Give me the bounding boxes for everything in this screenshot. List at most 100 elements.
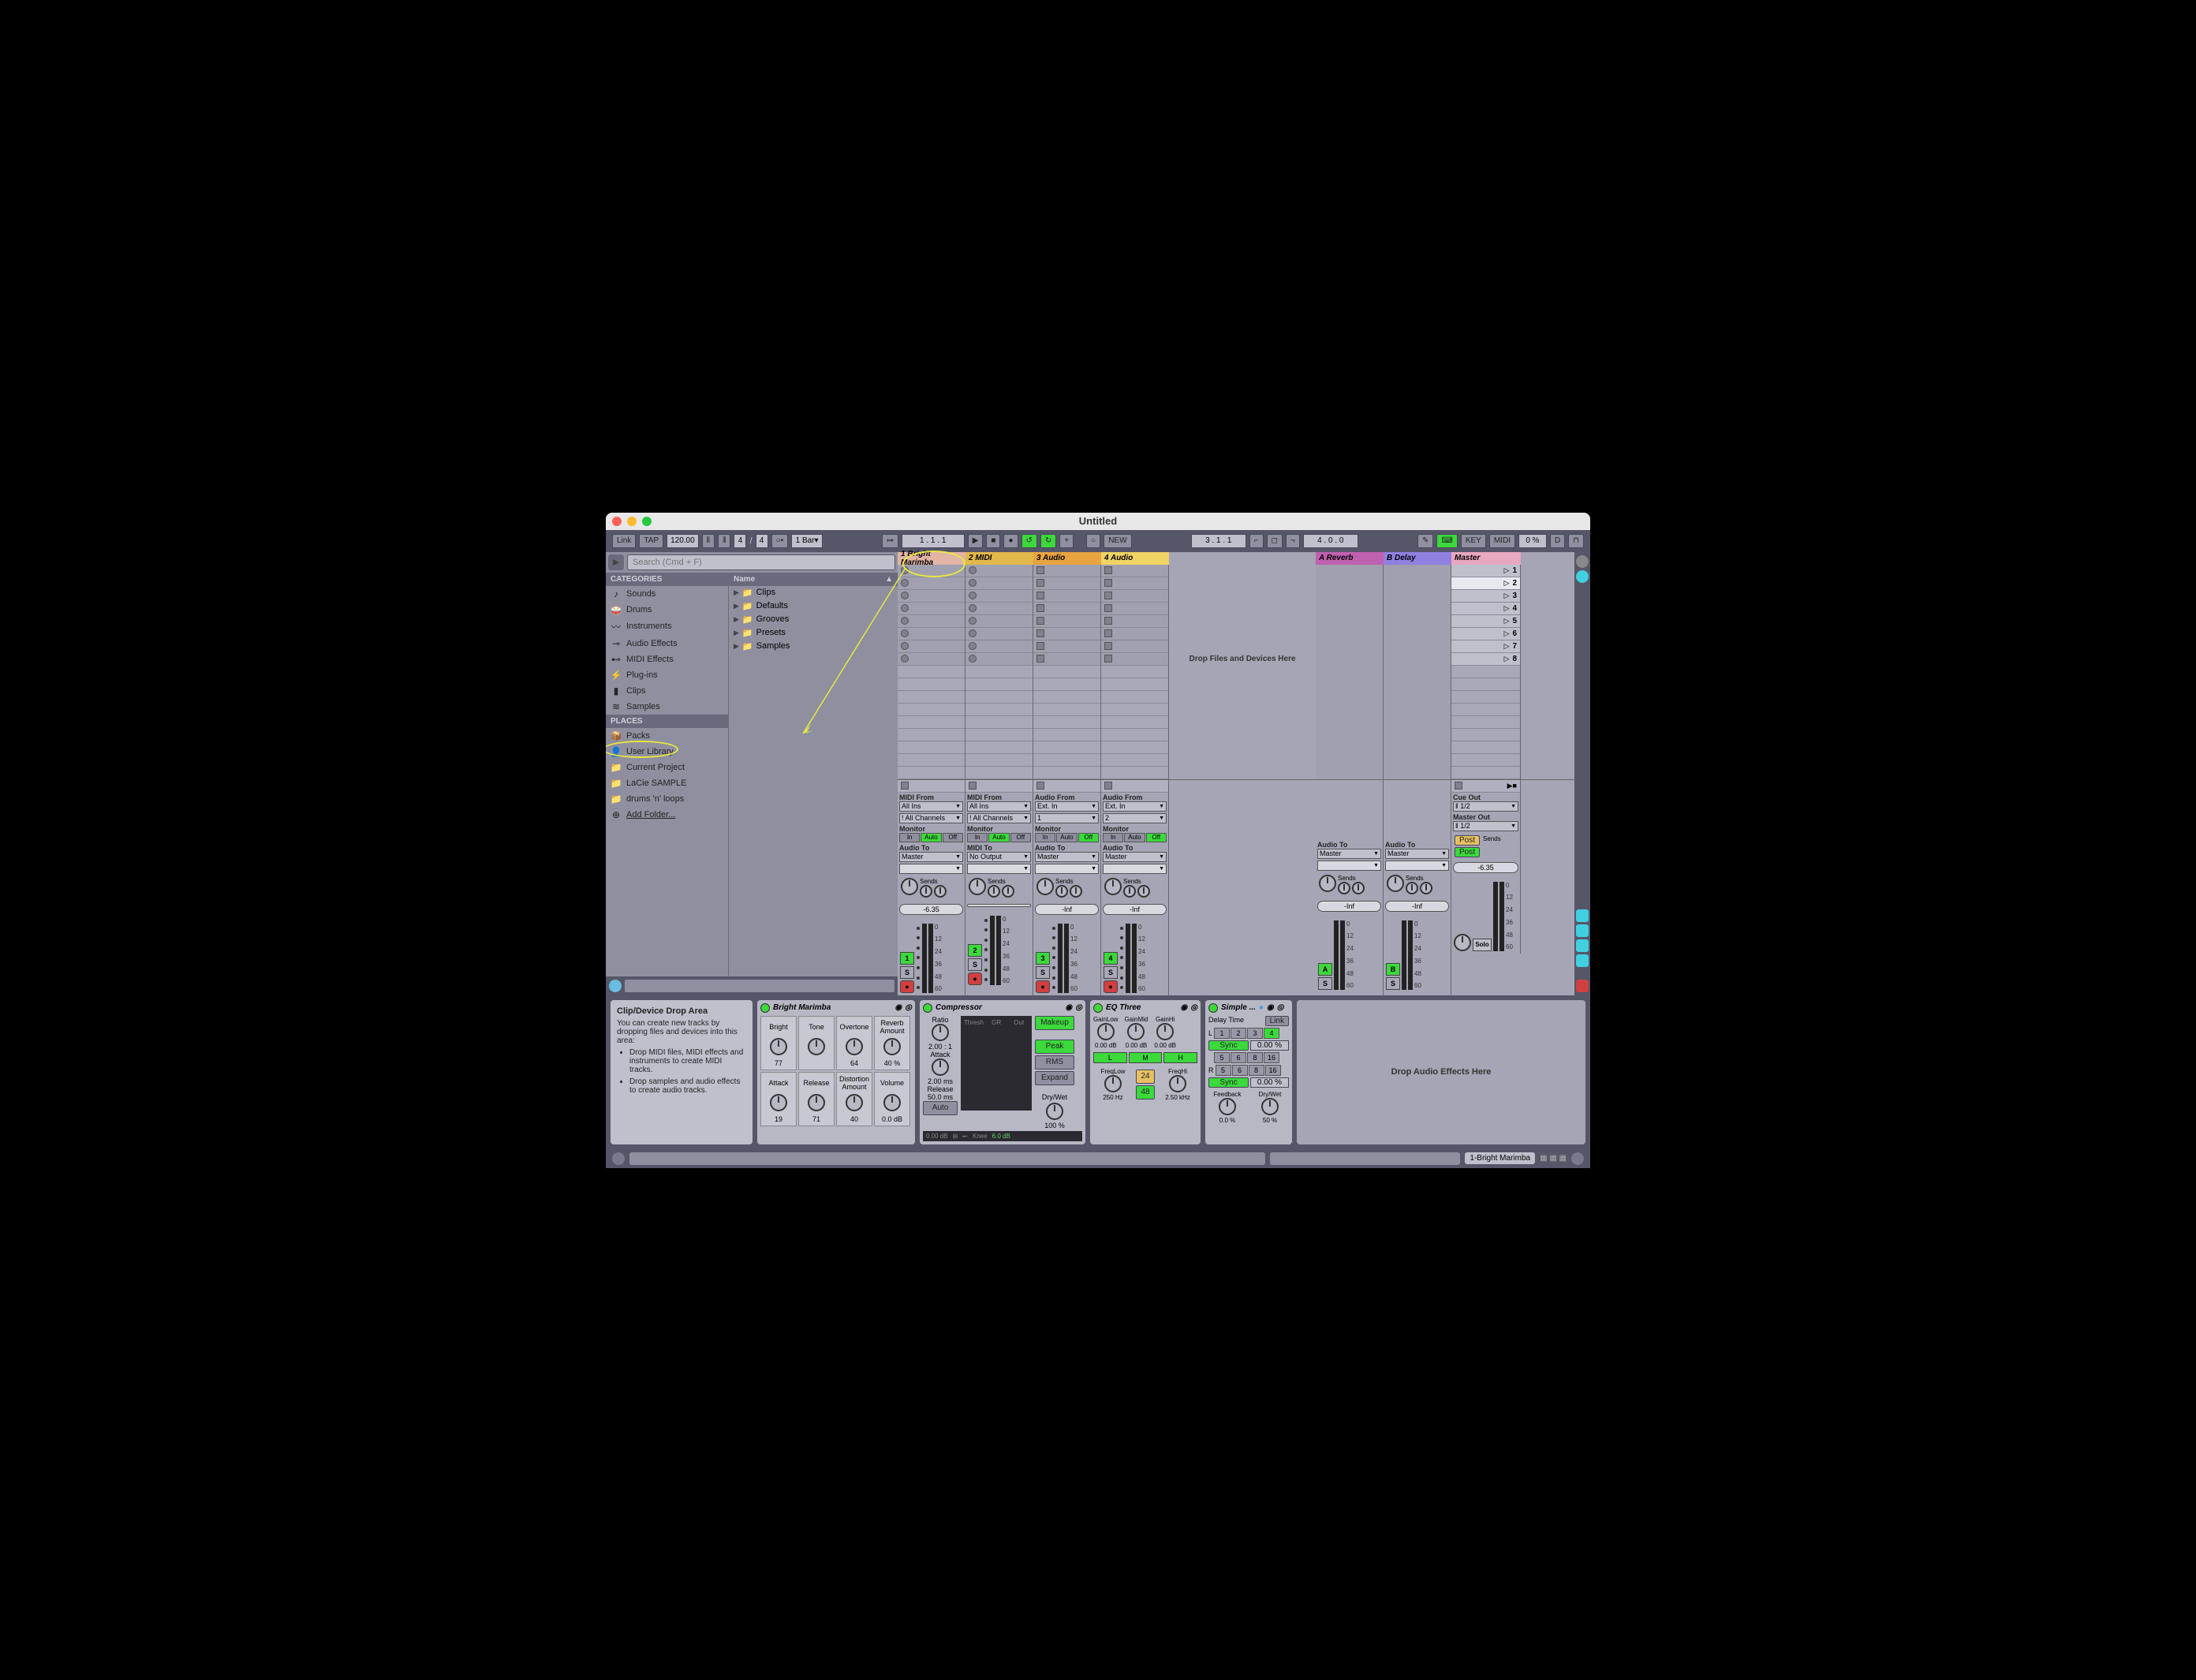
param-knob[interactable] <box>883 1094 901 1111</box>
preview-play-icon[interactable]: ▶ <box>608 554 624 570</box>
stop-all-icon[interactable] <box>901 782 909 790</box>
io-to-menu[interactable]: Master <box>1035 852 1099 862</box>
slope-48[interactable]: 48 <box>1136 1085 1155 1099</box>
solo-button[interactable]: S <box>1104 966 1118 979</box>
volume-display[interactable]: -Inf <box>1385 901 1449 912</box>
sig-den[interactable]: 4 <box>756 534 768 548</box>
solo-button[interactable]: S <box>1036 966 1050 979</box>
send-b-knob[interactable] <box>934 885 947 898</box>
clip-slot-empty[interactable] <box>965 678 1033 691</box>
volume-display[interactable]: -Inf <box>1103 904 1167 915</box>
scene-play-all-icon[interactable]: ▶■ <box>1507 782 1517 790</box>
freqlow-knob[interactable] <box>1104 1075 1122 1092</box>
scene-row[interactable]: ▷8 <box>1451 653 1520 666</box>
category-sounds[interactable]: ♪Sounds <box>606 586 728 602</box>
tree-item[interactable]: ▶📁Clips <box>729 586 898 599</box>
scene-play-icon[interactable]: ▷ <box>1504 592 1510 600</box>
clip-slot[interactable] <box>1033 603 1100 615</box>
clip-slot[interactable] <box>898 615 965 628</box>
send-a-knob[interactable] <box>1055 885 1068 898</box>
pan-knob[interactable] <box>901 878 918 895</box>
clip-slot-icon[interactable] <box>1036 629 1044 637</box>
clip-slot-empty[interactable] <box>898 729 965 741</box>
category-audio-effects[interactable]: ⊸Audio Effects <box>606 636 728 651</box>
nudge-down-icon[interactable]: ⦀ <box>702 534 715 548</box>
param-knob[interactable] <box>770 1038 787 1055</box>
clip-slot-empty[interactable] <box>1033 666 1100 678</box>
clip-slot[interactable] <box>898 565 965 577</box>
clip-slot[interactable] <box>1101 565 1168 577</box>
pan-knob[interactable] <box>1387 875 1404 892</box>
clip-slot-empty[interactable] <box>1033 741 1100 754</box>
place-drums--n--loops[interactable]: 📁drums 'n' loops <box>606 791 728 807</box>
clip-slot-empty[interactable] <box>898 691 965 704</box>
clip-slot-empty[interactable] <box>965 704 1033 716</box>
clip-slot[interactable] <box>965 640 1033 653</box>
monitor-in[interactable]: In <box>1103 833 1123 842</box>
category-clips[interactable]: ▮Clips <box>606 683 728 699</box>
disclosure-icon[interactable]: ▶ <box>734 602 739 610</box>
clip-slot[interactable] <box>1033 615 1100 628</box>
volume-display[interactable]: -Inf <box>1035 904 1099 915</box>
clip-slot[interactable] <box>1101 577 1168 590</box>
track-header[interactable]: 3 Audio <box>1033 552 1101 565</box>
clip-slot[interactable] <box>1033 628 1100 640</box>
automation-arm-icon[interactable]: ↻ <box>1040 534 1056 548</box>
device-on-icon[interactable] <box>923 1003 932 1013</box>
clip-slot-empty[interactable] <box>898 767 965 779</box>
stop-all-icon[interactable] <box>1036 782 1044 790</box>
clip-slot[interactable] <box>898 603 965 615</box>
view-icon[interactable]: ⊞ <box>953 1133 958 1140</box>
send-b-knob[interactable] <box>1137 885 1150 898</box>
volume-display[interactable]: -6.35 <box>1453 862 1518 873</box>
pan-knob[interactable] <box>1104 878 1122 895</box>
sidechain-icon[interactable]: ↜ <box>962 1133 968 1140</box>
collapse-icon[interactable] <box>1571 1152 1584 1165</box>
overload-icon[interactable]: D <box>1550 534 1565 548</box>
solo-button[interactable]: S <box>900 966 914 979</box>
monitor-auto[interactable]: Auto <box>921 833 941 842</box>
device-on-icon[interactable] <box>1208 1003 1218 1013</box>
slope-24[interactable]: 24 <box>1136 1070 1155 1084</box>
pan-knob[interactable] <box>1319 875 1336 892</box>
delay-5[interactable]: 5 <box>1216 1065 1231 1076</box>
arm-button[interactable]: ● <box>1036 980 1050 993</box>
clip-slot[interactable] <box>898 590 965 603</box>
clip-slot-empty[interactable] <box>965 729 1033 741</box>
io-sub-menu[interactable] <box>1103 864 1167 874</box>
io-to-menu[interactable]: Master <box>1317 849 1381 859</box>
clip-slot-icon[interactable] <box>1036 566 1044 574</box>
clip-slot-icon[interactable] <box>1036 592 1044 599</box>
io-sub-menu[interactable] <box>899 864 963 874</box>
tree-item[interactable]: ▶📁Presets <box>729 626 898 640</box>
master-out-menu[interactable]: ‖ 1/2 <box>1453 821 1518 831</box>
clip-slot-empty[interactable] <box>898 704 965 716</box>
scene-empty[interactable] <box>1451 767 1520 779</box>
place-packs[interactable]: 📦Packs <box>606 728 728 744</box>
eq-m-button[interactable]: M <box>1129 1052 1163 1063</box>
punch-in-icon[interactable]: ⌐ <box>1249 534 1264 548</box>
param-knob[interactable] <box>846 1094 863 1111</box>
rail-io-icon[interactable] <box>1576 555 1589 568</box>
rail-sends-icon[interactable] <box>1576 570 1589 583</box>
clip-slot-empty[interactable] <box>1101 754 1168 767</box>
clip-slot-icon[interactable] <box>1104 629 1112 637</box>
clip-slot-empty[interactable] <box>1101 678 1168 691</box>
track-activator[interactable]: 2 <box>968 944 982 957</box>
clip-slot-icon[interactable] <box>901 617 909 625</box>
position-field[interactable]: 1 . 1 . 1 <box>902 534 965 548</box>
io-to-menu[interactable]: Master <box>1103 852 1167 862</box>
scene-empty[interactable] <box>1451 691 1520 704</box>
monitor-off[interactable]: Off <box>943 833 963 842</box>
scene-empty[interactable] <box>1451 716 1520 729</box>
arm-button[interactable]: ● <box>968 973 982 985</box>
clip-slot-icon[interactable] <box>969 655 977 663</box>
scene-play-icon[interactable]: ▷ <box>1504 579 1510 588</box>
send-a-knob[interactable] <box>988 885 1000 898</box>
clip-slot[interactable] <box>965 615 1033 628</box>
clip-slot-empty[interactable] <box>965 666 1033 678</box>
clip-slot-empty[interactable] <box>965 691 1033 704</box>
clip-slot[interactable] <box>898 640 965 653</box>
return-header[interactable]: B Delay <box>1384 552 1451 565</box>
scene-empty[interactable] <box>1451 678 1520 691</box>
